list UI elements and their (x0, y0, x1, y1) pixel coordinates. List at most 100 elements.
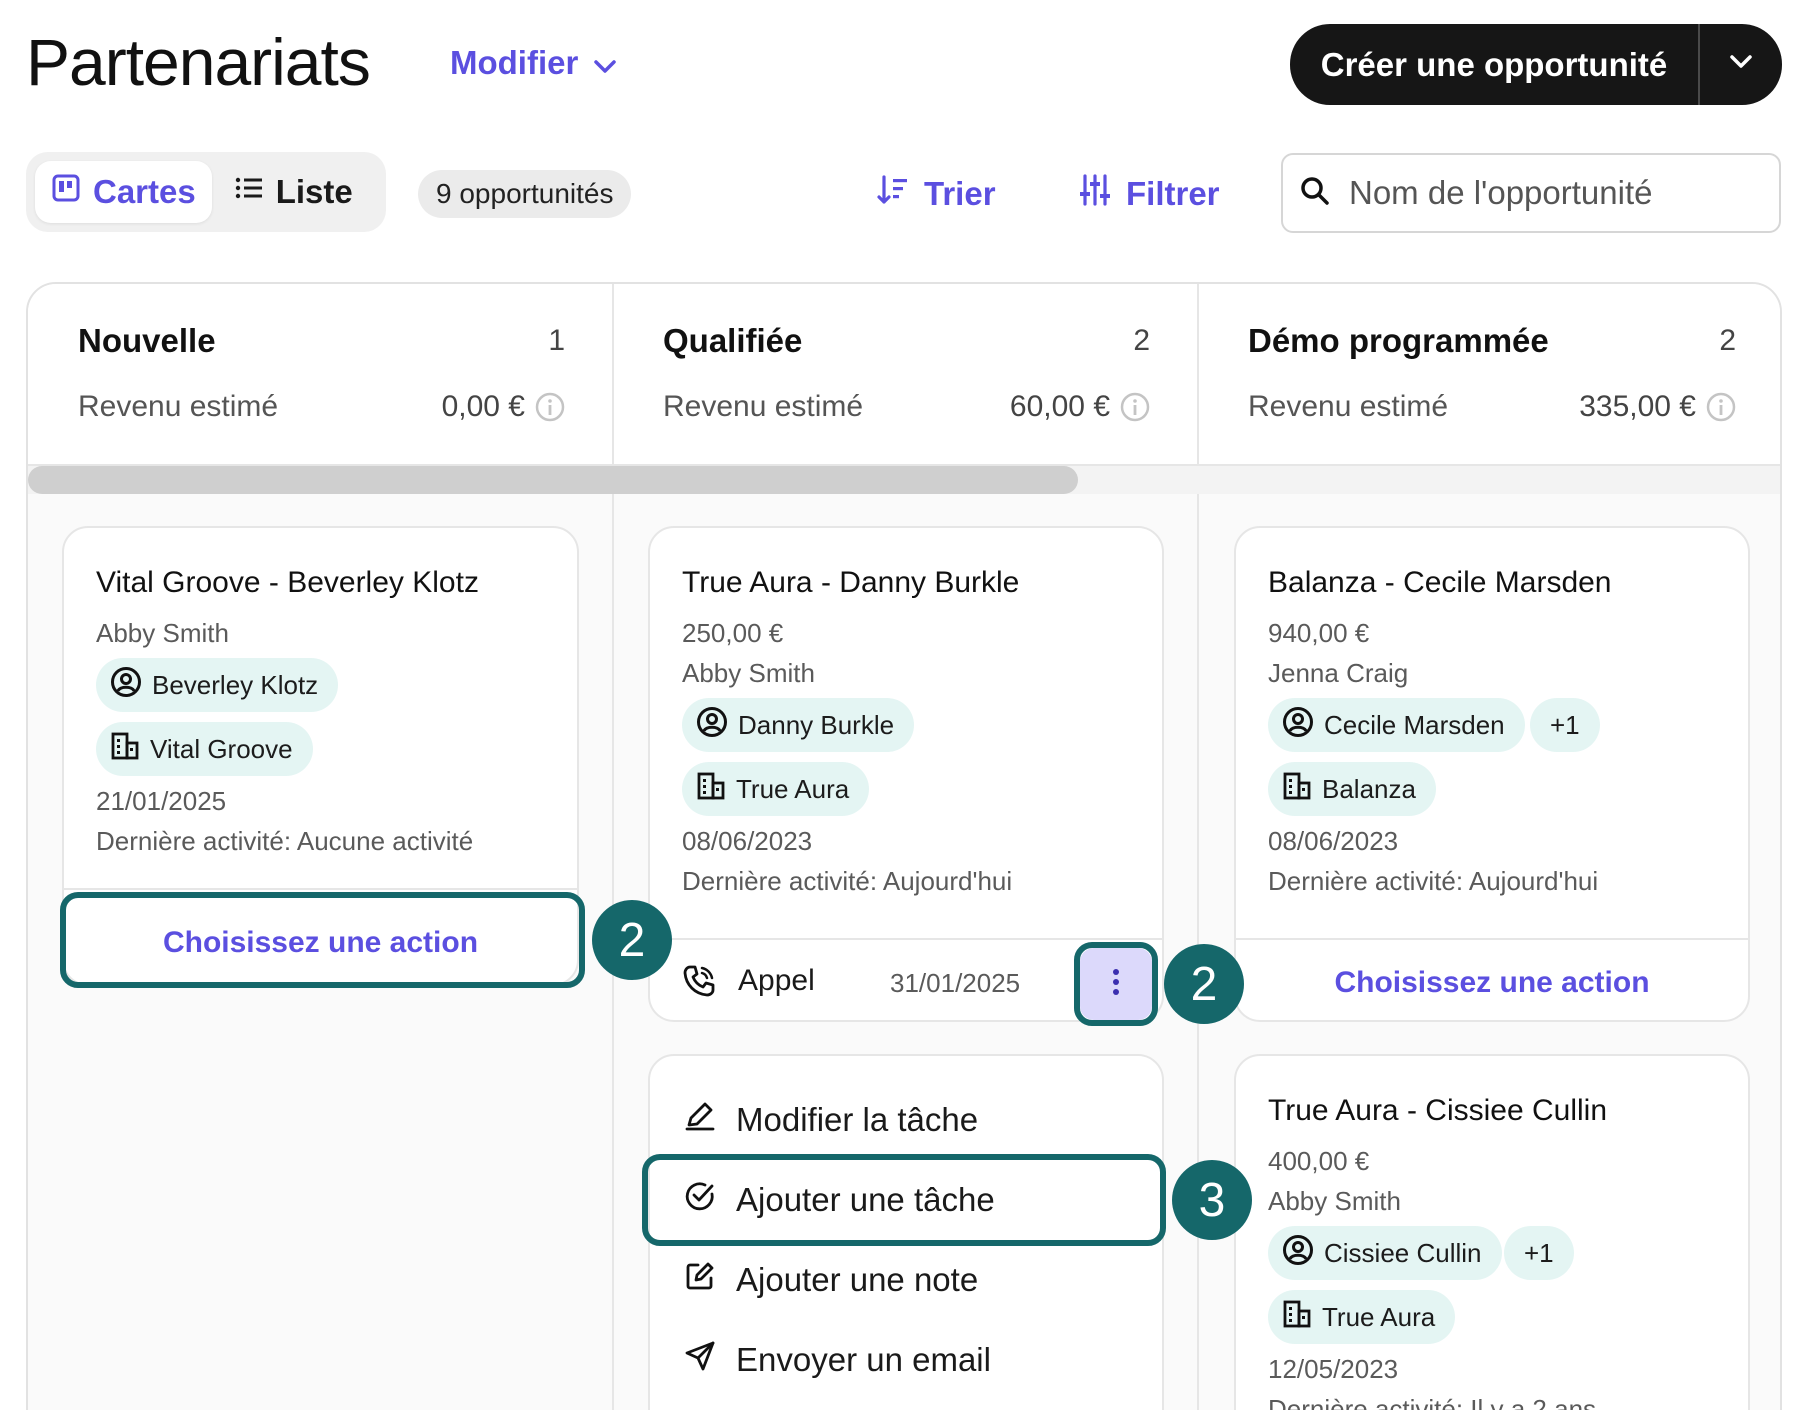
card-date: 08/06/2023 (682, 826, 813, 856)
company-pill[interactable]: True Aura (1268, 1290, 1456, 1344)
choose-action-button[interactable]: Choisissez une action (1236, 966, 1748, 1000)
opportunity-card-balanza[interactable]: Balanza - Cecile Marsden 940,00 € Jenna … (1234, 526, 1750, 1022)
menu-item-label: Modifier la tâche (736, 1101, 979, 1138)
view-cards-label: Cartes (93, 173, 196, 210)
user-circle-icon (110, 666, 142, 705)
menu-item-edit-task[interactable]: Modifier la tâche (684, 1100, 978, 1140)
column-divider (612, 284, 614, 1410)
extra-contacts-pill[interactable]: +1 (1504, 1226, 1574, 1280)
filter-button[interactable]: Filtrer (1078, 170, 1220, 218)
building-icon (1282, 1299, 1312, 1336)
building-icon (1282, 771, 1312, 808)
contact-pill[interactable]: Danny Burkle (682, 698, 915, 752)
phone-call-icon (682, 964, 716, 1003)
card-date: 21/01/2025 (96, 786, 227, 816)
column-count: 1 (548, 324, 565, 357)
column-title: Nouvelle (78, 322, 216, 359)
card-amount: 400,00 € (1268, 1146, 1370, 1176)
card-last-activity: Dernière activité: Aucune activité (96, 826, 474, 856)
card-amount: 940,00 € (1268, 618, 1370, 648)
step-callout: 3 (1172, 1160, 1252, 1240)
company-pill[interactable]: True Aura (682, 762, 870, 816)
send-icon (684, 1340, 716, 1380)
card-date: 08/06/2023 (1268, 826, 1399, 856)
create-opportunity-split-button: Créer une opportunité (1290, 24, 1782, 105)
task-type: Appel (738, 964, 815, 997)
company-name: Balanza (1322, 773, 1416, 804)
view-cards-tab[interactable]: Cartes (35, 161, 212, 223)
card-owner: Jenna Craig (1268, 658, 1409, 688)
column-title: Qualifiée (663, 322, 803, 359)
company-name: Vital Groove (150, 733, 293, 764)
opportunity-count-badge: 9 opportunités (418, 170, 632, 218)
highlight-more-options (1074, 942, 1158, 1026)
board-icon (51, 173, 81, 211)
sort-icon (876, 173, 910, 215)
modifier-label: Modifier (450, 44, 579, 81)
card-amount: 250,00 € (682, 618, 784, 648)
page-title: Partenariats (26, 25, 371, 99)
contact-pill[interactable]: Beverley Klotz (96, 658, 339, 712)
card-last-activity: Dernière activité: Il y a 2 ans (1268, 1394, 1597, 1410)
sort-button[interactable]: Trier (876, 170, 996, 218)
column-header-nouvelle: Nouvelle 1 Revenu estimé 0,00 € (28, 284, 613, 466)
search-input[interactable] (1349, 174, 1763, 212)
card-last-activity: Dernière activité: Aujourd'hui (1268, 866, 1599, 896)
contact-pill[interactable]: Cissiee Cullin (1268, 1226, 1502, 1280)
contact-pill[interactable]: Cecile Marsden (1268, 698, 1525, 752)
info-icon[interactable] (1120, 392, 1150, 427)
column-count: 2 (1133, 324, 1150, 357)
view-list-label: Liste (275, 173, 353, 210)
card-divider (64, 888, 577, 890)
revenue-value: 60,00 € (1009, 390, 1110, 423)
horizontal-scrollbar-thumb[interactable] (28, 466, 1078, 494)
create-opportunity-button[interactable]: Créer une opportunité (1290, 24, 1700, 105)
edit-note-icon (684, 1260, 716, 1300)
user-circle-icon (1282, 1234, 1314, 1273)
pencil-icon (684, 1100, 716, 1140)
view-toggle: Cartes Liste (26, 152, 386, 232)
menu-item-label: Envoyer un email (736, 1341, 991, 1378)
info-icon[interactable] (535, 392, 565, 427)
view-list-tab[interactable]: Liste (218, 161, 369, 223)
task-date: 31/01/2025 (890, 968, 1021, 998)
company-pill[interactable]: Vital Groove (96, 722, 313, 776)
sliders-icon (1078, 173, 1112, 215)
card-owner: Abby Smith (682, 658, 815, 688)
column-header-demo: Démo programmée 2 Revenu estimé 335,00 € (1198, 284, 1780, 466)
building-icon (696, 771, 726, 808)
card-last-activity: Dernière activité: Aujourd'hui (682, 866, 1013, 896)
card-divider (1236, 938, 1748, 940)
list-icon (234, 173, 264, 211)
column-count: 2 (1719, 324, 1736, 357)
company-name: True Aura (736, 773, 850, 804)
card-owner: Abby Smith (96, 618, 229, 648)
card-title: True Aura - Cissiee Cullin (1268, 1094, 1608, 1127)
highlight-add-task (642, 1154, 1166, 1246)
revenue-label: Revenu estimé (78, 390, 279, 423)
company-pill[interactable]: Balanza (1268, 762, 1436, 816)
chevron-down-icon (1730, 55, 1752, 74)
card-title: True Aura - Danny Burkle (682, 566, 1020, 599)
opportunity-card-true-aura-cissiee[interactable]: True Aura - Cissiee Cullin 400,00 € Abby… (1234, 1054, 1750, 1410)
revenue-label: Revenu estimé (663, 390, 864, 423)
step-callout: 2 (1164, 944, 1244, 1024)
column-header-qualifiee: Qualifiée 2 Revenu estimé 60,00 € (613, 284, 1198, 466)
column-divider (1197, 284, 1199, 1410)
contact-name: Beverley Klotz (152, 669, 319, 700)
search-icon (1299, 175, 1331, 212)
contact-name: Cecile Marsden (1324, 709, 1505, 740)
revenue-value: 335,00 € (1579, 390, 1696, 423)
info-icon[interactable] (1706, 392, 1736, 427)
extra-contacts-pill[interactable]: +1 (1530, 698, 1600, 752)
building-icon (110, 731, 140, 768)
sort-label: Trier (924, 175, 996, 212)
revenue-label: Revenu estimé (1248, 390, 1449, 423)
contact-name: Cissiee Cullin (1324, 1237, 1482, 1268)
modifier-dropdown[interactable]: Modifier (450, 44, 617, 82)
menu-item-add-note[interactable]: Ajouter une note (684, 1260, 978, 1300)
card-divider (650, 938, 1162, 940)
menu-item-send-email[interactable]: Envoyer un email (684, 1340, 991, 1380)
create-options-button[interactable] (1700, 24, 1782, 105)
step-callout: 2 (592, 900, 672, 980)
